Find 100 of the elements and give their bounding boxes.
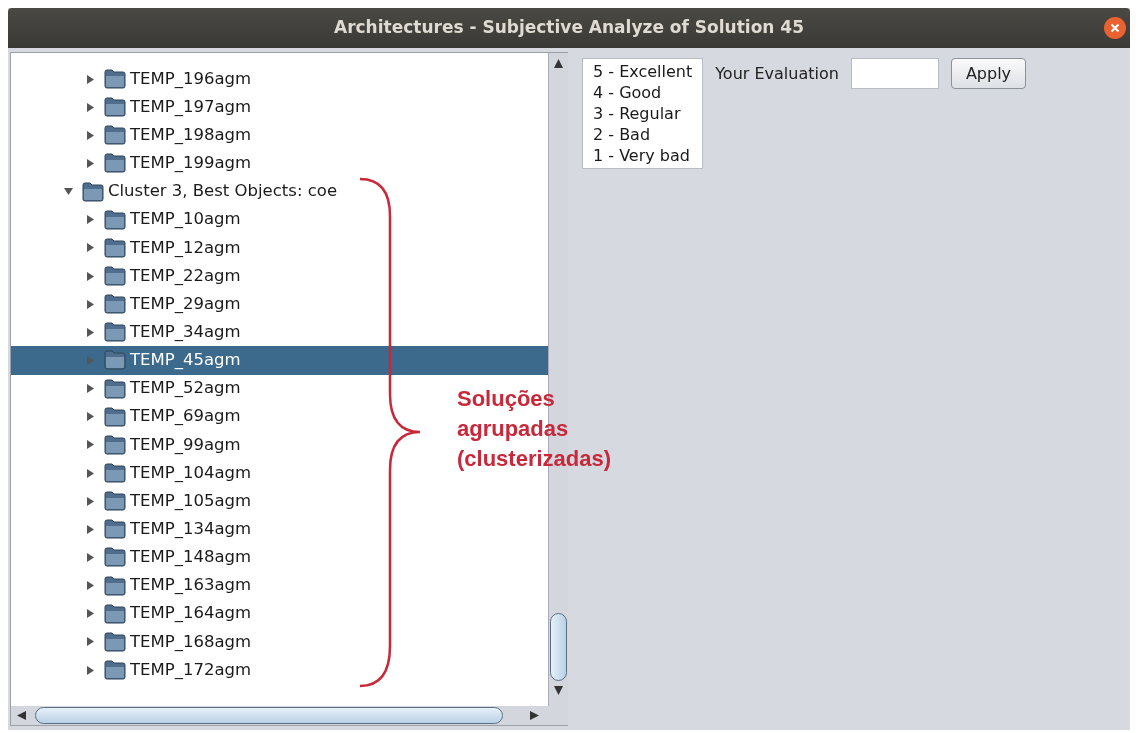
folder-icon bbox=[104, 97, 126, 118]
collapse-arrow-icon[interactable] bbox=[64, 187, 73, 197]
tree-item[interactable]: TEMP_104agm bbox=[11, 458, 256, 488]
rating-option: 1 - Very bad bbox=[593, 145, 693, 166]
tree-item[interactable]: TEMP_164agm bbox=[11, 599, 256, 628]
annotation-line: agrupadas bbox=[457, 415, 570, 443]
tree-item-label: Cluster 3, Best Objects: coe bbox=[108, 180, 338, 203]
expand-arrow-icon[interactable] bbox=[86, 271, 95, 281]
tree-item[interactable]: TEMP_34agm bbox=[11, 318, 245, 347]
folder-icon bbox=[104, 519, 126, 540]
tree-item[interactable]: TEMP_29agm bbox=[11, 290, 245, 319]
rating-option: 5 - Excellent bbox=[593, 61, 693, 82]
tree-item[interactable]: TEMP_99agm bbox=[11, 430, 245, 459]
scroll-thumb[interactable] bbox=[550, 613, 567, 681]
tree-item-label: TEMP_196agm bbox=[130, 67, 252, 90]
tree-item[interactable]: TEMP_198agm bbox=[11, 121, 256, 150]
rating-option: 3 - Regular bbox=[593, 103, 693, 124]
folder-icon bbox=[104, 434, 126, 455]
tree-item[interactable]: TEMP_105agm bbox=[11, 487, 256, 516]
tree-item[interactable]: TEMP_12agm bbox=[11, 233, 245, 262]
expand-arrow-icon[interactable] bbox=[86, 74, 95, 84]
folder-icon bbox=[104, 69, 126, 90]
scroll-up-icon[interactable] bbox=[554, 59, 563, 68]
tree-item-label: TEMP_198agm bbox=[130, 123, 252, 146]
expand-arrow-icon[interactable] bbox=[86, 581, 95, 591]
tree-item[interactable]: TEMP_10agm bbox=[11, 205, 245, 234]
expand-arrow-icon[interactable] bbox=[86, 524, 95, 534]
tree-item[interactable]: TEMP_134agm bbox=[11, 515, 256, 544]
expand-arrow-icon[interactable] bbox=[86, 327, 95, 337]
expand-arrow-icon[interactable] bbox=[86, 130, 95, 140]
tree-item[interactable]: TEMP_69agm bbox=[11, 402, 245, 431]
evaluation-label: Your Evaluation bbox=[715, 63, 839, 85]
scroll-thumb[interactable] bbox=[35, 707, 503, 724]
evaluation-input[interactable] bbox=[850, 58, 939, 89]
close-icon bbox=[1110, 23, 1120, 33]
tree-item-label: TEMP_69agm bbox=[130, 405, 241, 428]
tree-item[interactable]: TEMP_168agm bbox=[11, 627, 256, 656]
expand-arrow-icon[interactable] bbox=[86, 159, 95, 168]
expand-arrow-icon[interactable] bbox=[86, 102, 95, 112]
tree-item[interactable]: TEMP_52agm bbox=[11, 374, 245, 403]
tree-item[interactable]: TEMP_163agm bbox=[11, 571, 256, 600]
folder-icon bbox=[104, 209, 126, 230]
scroll-left-icon[interactable] bbox=[17, 711, 26, 720]
expand-arrow-icon[interactable] bbox=[86, 637, 95, 647]
tree-item[interactable]: TEMP_45agm bbox=[11, 346, 548, 375]
tree-item[interactable]: TEMP_22agm bbox=[11, 262, 245, 291]
tree-item-label: TEMP_10agm bbox=[130, 208, 241, 231]
scroll-right-icon[interactable] bbox=[530, 711, 539, 720]
tree-item[interactable]: TEMP_172agm bbox=[11, 655, 256, 685]
rating-option: 4 - Good bbox=[593, 82, 693, 103]
tree-item-label: TEMP_34agm bbox=[130, 320, 241, 343]
tree-item-label: TEMP_197agm bbox=[130, 95, 252, 118]
folder-icon bbox=[104, 406, 126, 427]
tree-item-label: TEMP_105agm bbox=[130, 489, 252, 512]
folder-icon bbox=[82, 181, 104, 202]
tree-item-label: TEMP_104agm bbox=[130, 461, 252, 484]
folder-icon bbox=[104, 378, 126, 399]
expand-arrow-icon[interactable] bbox=[86, 552, 95, 562]
tree-item-label: TEMP_22agm bbox=[130, 264, 241, 287]
expand-arrow-icon[interactable] bbox=[86, 496, 95, 506]
folder-icon bbox=[104, 547, 126, 568]
rating-option: 2 - Bad bbox=[593, 124, 693, 145]
expand-arrow-icon[interactable] bbox=[86, 243, 95, 253]
tree-item-label: TEMP_134agm bbox=[130, 517, 252, 540]
tree-item[interactable]: TEMP_197agm bbox=[11, 93, 256, 122]
close-button[interactable] bbox=[1104, 17, 1126, 39]
folder-icon bbox=[104, 294, 126, 315]
tree-item-label: TEMP_164agm bbox=[130, 602, 252, 625]
tree-item[interactable]: TEMP_148agm bbox=[11, 543, 256, 572]
expand-arrow-icon[interactable] bbox=[86, 384, 95, 394]
folder-icon bbox=[104, 322, 126, 343]
tree-item-label: TEMP_12agm bbox=[130, 236, 241, 259]
folder-icon bbox=[104, 575, 126, 596]
expand-arrow-icon[interactable] bbox=[86, 609, 95, 619]
apply-button[interactable]: Apply bbox=[950, 58, 1027, 89]
annotation-line: Soluções bbox=[457, 385, 556, 413]
tree-item[interactable]: TEMP_199agm bbox=[11, 149, 256, 178]
tree-item-label: TEMP_163agm bbox=[130, 574, 252, 597]
expand-arrow-icon[interactable] bbox=[86, 440, 95, 450]
expand-arrow-icon[interactable] bbox=[86, 665, 95, 675]
tree-item-label: TEMP_199agm bbox=[130, 152, 252, 175]
tree-item-label: TEMP_52agm bbox=[130, 377, 241, 400]
expand-arrow-icon[interactable] bbox=[86, 215, 95, 225]
tree-item-label: TEMP_168agm bbox=[130, 630, 252, 653]
folder-icon bbox=[104, 660, 126, 680]
folder-icon bbox=[104, 463, 126, 484]
tree-item[interactable]: TEMP_196agm bbox=[11, 65, 256, 94]
folder-icon bbox=[104, 266, 126, 287]
scroll-down-icon[interactable] bbox=[554, 686, 563, 695]
tree-item-label: TEMP_99agm bbox=[130, 433, 241, 456]
tree-item-label: TEMP_45agm bbox=[130, 349, 241, 372]
expand-arrow-icon[interactable] bbox=[86, 412, 95, 422]
expand-arrow-icon[interactable] bbox=[86, 468, 95, 478]
folder-icon bbox=[104, 153, 126, 174]
folder-icon bbox=[104, 631, 126, 652]
folder-icon bbox=[104, 237, 126, 258]
tree-item-label: TEMP_172agm bbox=[130, 658, 252, 681]
tree-item[interactable]: Cluster 3, Best Objects: coe bbox=[11, 177, 342, 206]
annotation-line: (clusterizadas) bbox=[457, 445, 612, 473]
expand-arrow-icon[interactable] bbox=[86, 299, 95, 309]
